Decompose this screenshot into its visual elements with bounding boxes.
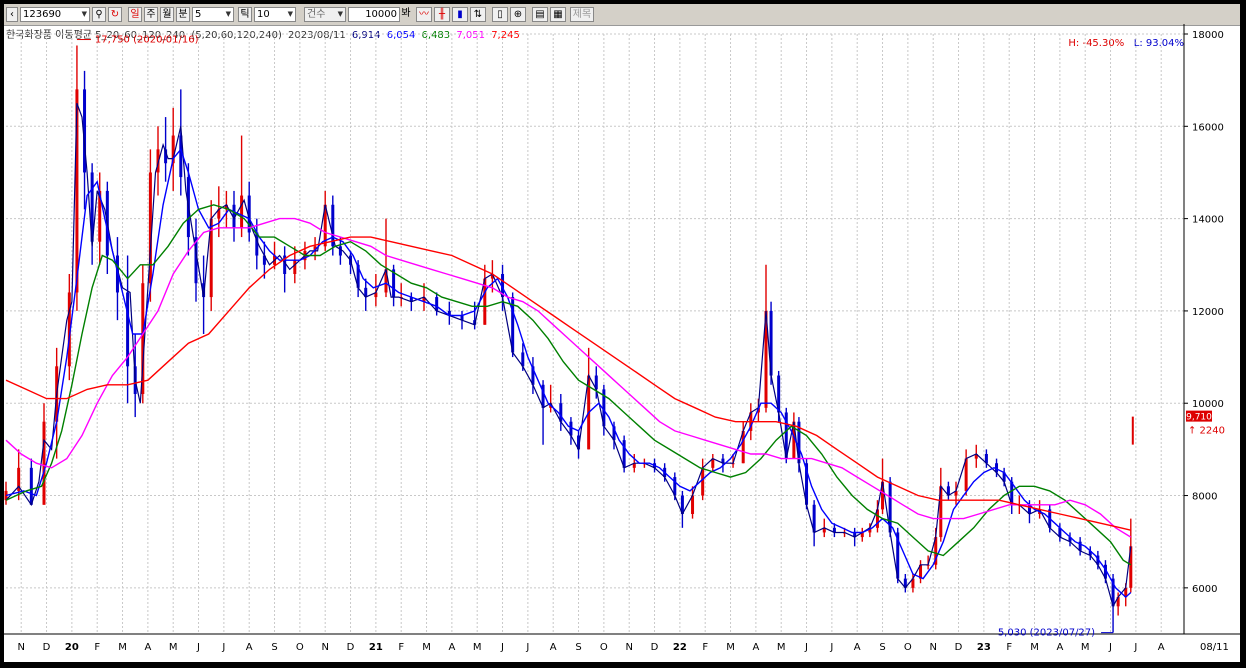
x-tick-label: D [347, 642, 355, 653]
end-date-label: 08/11 [1200, 642, 1229, 653]
x-tick-label: F [1006, 642, 1012, 653]
max-label: 17,750 (2020/01/16) [95, 35, 199, 46]
x-tick-label: J [221, 642, 225, 653]
x-tick-label: J [500, 642, 504, 653]
chart-window: ‹ 123690 ⚲ ↻ 일 주 월 분 5 틱 10 건수 10000 봐 〰… [4, 4, 1240, 662]
current-price: 9,710 [1186, 413, 1212, 423]
x-tick-label: O [904, 642, 912, 653]
x-tick-label: O [600, 642, 608, 653]
x-tick-label: D [651, 642, 659, 653]
ma-line-120 [5, 217, 1132, 538]
x-tick-label: A [246, 642, 253, 653]
x-tick-label: S [575, 642, 581, 653]
x-tick-label: A [1158, 642, 1165, 653]
x-tick-label: F [702, 642, 708, 653]
y-tick-label: 10000 [1192, 399, 1224, 410]
y-tick-label: 8000 [1192, 492, 1217, 503]
y-tick-label: 14000 [1192, 215, 1224, 226]
x-tick-label: A [550, 642, 557, 653]
x-tick-label: A [854, 642, 861, 653]
x-tick-label: M [118, 642, 127, 653]
price-chart[interactable]: 6000 8000 10000 12000 14000 16000 18000 N D 20 F M A… [4, 4, 1240, 662]
x-tick-label: M [1030, 642, 1039, 653]
x-tick-label: J [1108, 642, 1112, 653]
x-tick-label: N [17, 642, 24, 653]
x-tick-label: M [473, 642, 482, 653]
ma-lines [5, 102, 1132, 608]
x-tick-label: J [804, 642, 808, 653]
chart-annotations: 17,750 (2020/01/16) 5,030 (2023/07/27) 9,7… [76, 35, 1225, 639]
y-tick-label: 12000 [1192, 307, 1224, 318]
y-tick-label: 16000 [1192, 122, 1224, 133]
x-tick-label: 23 [977, 642, 991, 653]
x-tick-label: A [1056, 642, 1063, 653]
x-tick-label: J [1133, 642, 1137, 653]
x-tick-label: 20 [65, 642, 79, 653]
x-tick-label: J [525, 642, 529, 653]
x-tick-label: D [43, 642, 51, 653]
chart-grid [6, 33, 1184, 634]
candle-body [29, 467, 33, 505]
x-tick-label: N [625, 642, 632, 653]
x-tick-label: F [94, 642, 100, 653]
y-tick-label: 6000 [1192, 584, 1217, 595]
y-tick-label: 18000 [1192, 30, 1224, 41]
x-tick-label: M [726, 642, 735, 653]
x-tick-label: S [879, 642, 885, 653]
current-change: ↑ 2240 [1188, 426, 1225, 437]
x-tick-label: M [1081, 642, 1090, 653]
x-tick-label: A [144, 642, 151, 653]
x-tick-label: M [422, 642, 431, 653]
x-tick-label: N [321, 642, 328, 653]
x-tick-label: M [777, 642, 786, 653]
chart-axes: 6000 8000 10000 12000 14000 16000 18000 N D 20 F M A… [4, 24, 1240, 653]
x-tick-label: S [271, 642, 277, 653]
x-tick-label: M [169, 642, 178, 653]
x-tick-label: J [829, 642, 833, 653]
candle-body [240, 195, 244, 228]
candle-body [293, 260, 297, 274]
candle-body [338, 246, 342, 256]
x-tick-label: O [296, 642, 304, 653]
x-tick-label: A [752, 642, 759, 653]
x-tick-label: D [955, 642, 963, 653]
ma-line-60 [5, 204, 1132, 566]
x-tick-label: J [196, 642, 200, 653]
min-label: 5,030 (2023/07/27) [998, 628, 1095, 639]
candle-body [42, 421, 46, 505]
x-tick-label: N [929, 642, 936, 653]
x-tick-label: A [448, 642, 455, 653]
x-tick-label: 21 [369, 642, 383, 653]
x-tick-label: F [398, 642, 404, 653]
x-tick-label: 22 [673, 642, 687, 653]
ma-line-240 [5, 236, 1131, 531]
ma-line-20 [5, 147, 1132, 599]
